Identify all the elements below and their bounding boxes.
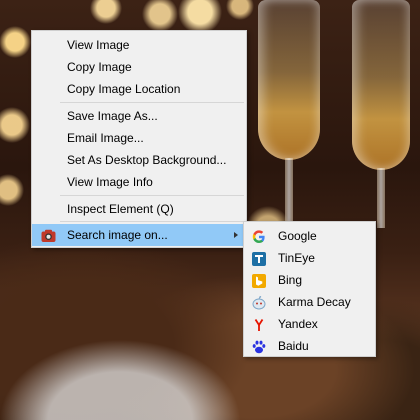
google-icon [252,229,266,243]
menu-item-view-image-info[interactable]: View Image Info [32,171,246,193]
submenu-item-label: Bing [278,273,303,287]
submenu-item-label: Yandex [278,317,318,331]
camera-icon [41,228,56,242]
submenu-item-karma-decay[interactable]: Karma Decay [244,291,375,313]
submenu-item-label: Baidu [278,339,309,353]
menu-item-label: View Image Info [67,175,153,189]
menu-item-label: View Image [67,38,130,52]
bing-icon [252,273,266,288]
glass-stem-left [285,158,293,228]
submenu-item-yandex[interactable]: Yandex [244,313,375,335]
submenu-item-bing[interactable]: Bing [244,269,375,291]
chevron-right-icon [234,232,238,238]
menu-item-search-image-on[interactable]: Search image on... [32,224,246,246]
submenu-item-tineye[interactable]: TinEye [244,247,375,269]
menu-item-copy-image[interactable]: Copy Image [32,56,246,78]
menu-item-label: Email Image... [67,131,144,145]
menu-item-label: Set As Desktop Background... [67,153,227,167]
context-menu: View Image Copy Image Copy Image Locatio… [31,30,247,248]
menu-item-label: Copy Image Location [67,82,181,96]
submenu-item-baidu[interactable]: Baidu [244,335,375,357]
search-engine-submenu: Google TinEye Bing Karma Decay Yandex Ba… [243,221,376,357]
menu-item-save-image-as[interactable]: Save Image As... [32,105,246,127]
menu-item-inspect-element[interactable]: Inspect Element (Q) [32,198,246,220]
submenu-item-label: Karma Decay [278,295,351,309]
submenu-item-label: TinEye [278,251,315,265]
tineye-icon [252,251,266,266]
menu-separator [60,195,244,196]
champagne-glass-left [258,0,320,160]
yandex-icon [252,317,266,331]
menu-item-label: Save Image As... [67,109,158,123]
submenu-item-label: Google [278,229,317,243]
menu-item-email-image[interactable]: Email Image... [32,127,246,149]
baidu-icon [252,339,266,354]
karma-decay-icon [252,295,266,310]
menu-separator [60,102,244,103]
menu-item-view-image[interactable]: View Image [32,34,246,56]
champagne-glass-right [352,0,410,170]
menu-item-set-desktop-background[interactable]: Set As Desktop Background... [32,149,246,171]
menu-item-label: Copy Image [67,60,132,74]
glass-stem-right [377,168,385,228]
menu-item-label: Inspect Element (Q) [67,202,174,216]
menu-item-copy-image-location[interactable]: Copy Image Location [32,78,246,100]
menu-item-label: Search image on... [67,228,168,242]
menu-separator [60,221,244,222]
submenu-item-google[interactable]: Google [244,225,375,247]
